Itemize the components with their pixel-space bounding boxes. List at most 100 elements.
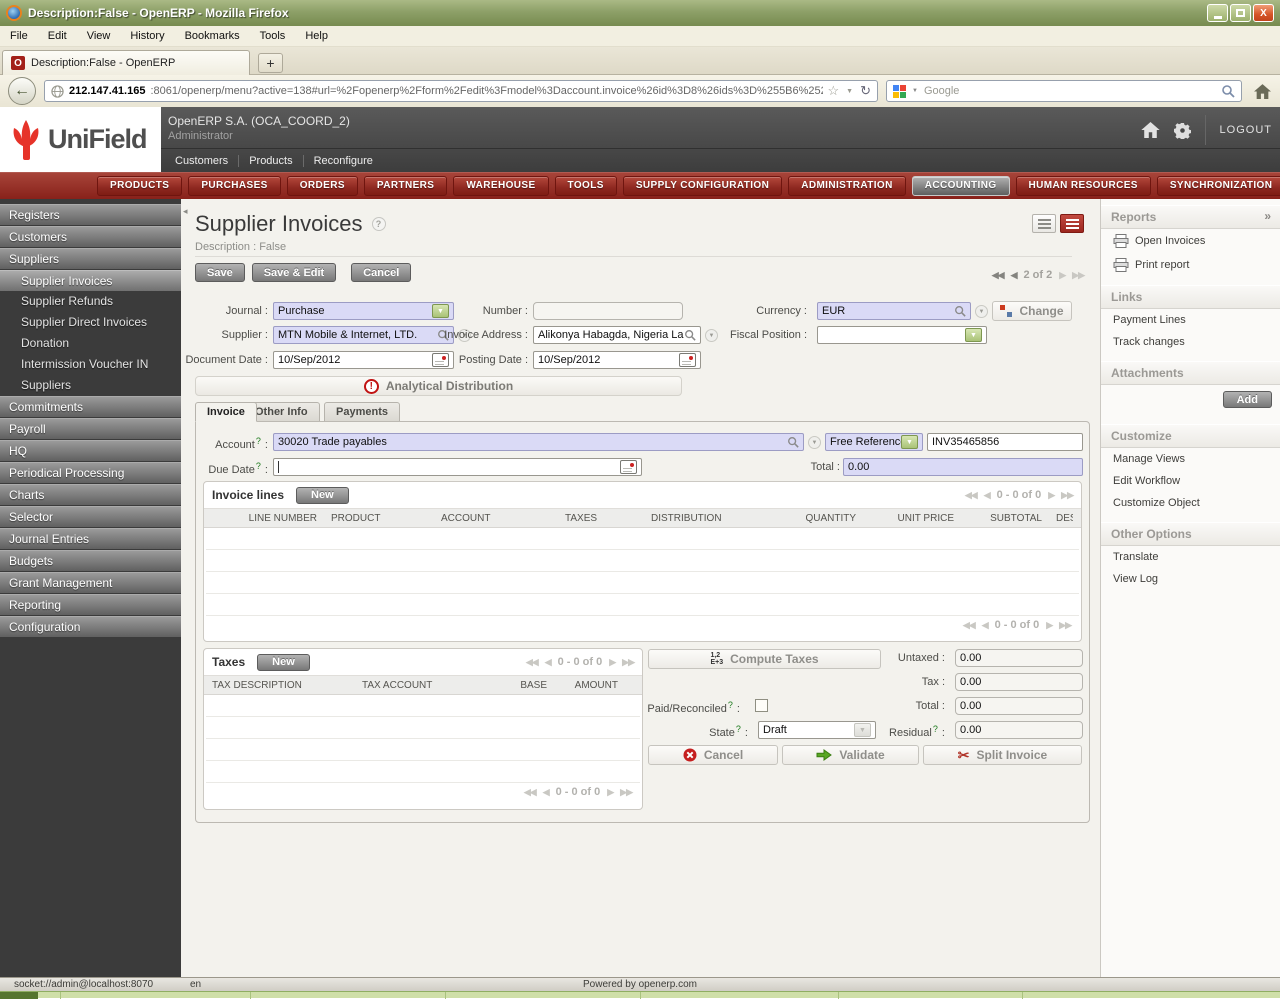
minimize-button[interactable] — [1207, 4, 1228, 22]
last-page-icon[interactable]: ▶▶ — [622, 657, 635, 668]
prev-page-icon[interactable]: ◀ — [982, 620, 989, 631]
sidebar-item-hq[interactable]: HQ — [0, 440, 181, 461]
last-page-icon[interactable]: ▶▶ — [1061, 490, 1074, 501]
table-row[interactable] — [206, 528, 1079, 550]
menu-file[interactable]: File — [10, 30, 28, 42]
sidebar-item-charts[interactable]: Charts — [0, 484, 181, 505]
menu-edit[interactable]: Edit — [48, 30, 67, 42]
next-page-icon[interactable]: ▶ — [607, 787, 614, 798]
customize-manage-views[interactable]: Manage Views — [1101, 448, 1280, 470]
paid-reconciled-checkbox[interactable] — [755, 699, 768, 712]
posting-date-field[interactable]: 10/Sep/2012 — [533, 351, 701, 369]
table-row[interactable] — [206, 594, 1079, 616]
account-open-icon[interactable]: ▼ — [808, 436, 821, 449]
cancel-button[interactable]: Cancel — [351, 263, 412, 282]
search-icon[interactable] — [1221, 84, 1235, 98]
shortcut-reconfigure[interactable]: Reconfigure — [304, 155, 383, 167]
sidebar-item-suppliers[interactable]: Suppliers — [0, 248, 181, 269]
restore-button[interactable] — [1230, 4, 1251, 22]
sidebar-item-commitments[interactable]: Commitments — [0, 396, 181, 417]
menu-tools[interactable]: Tools — [260, 30, 286, 42]
nav-warehouse[interactable]: WAREHOUSE — [453, 175, 549, 196]
fiscal-dropdown-icon[interactable]: ▼ — [965, 328, 982, 342]
list-view-button[interactable] — [1032, 214, 1056, 233]
browser-home-button[interactable] — [1249, 80, 1275, 102]
sidebar-item-supplier-refunds[interactable]: Supplier Refunds — [0, 291, 181, 312]
menu-bookmarks[interactable]: Bookmarks — [185, 30, 240, 42]
prev-page-icon[interactable]: ◀ — [984, 490, 991, 501]
last-page-icon[interactable]: ▶▶ — [620, 787, 633, 798]
next-page-icon[interactable]: ▶ — [1048, 490, 1055, 501]
sidebar-item-grant-management[interactable]: Grant Management — [0, 572, 181, 593]
bookmark-star-icon[interactable]: ☆ — [828, 83, 840, 99]
sidebar-item-supplier-direct-invoices[interactable]: Supplier Direct Invoices — [0, 312, 181, 333]
next-page-icon[interactable]: ▶ — [609, 657, 616, 668]
prev-page-icon[interactable]: ◀ — [1011, 270, 1018, 281]
reload-icon[interactable]: ↻ — [860, 83, 871, 99]
total-field[interactable]: 0.00 — [843, 458, 1083, 476]
table-row[interactable] — [206, 739, 640, 761]
search-engine-dropdown-icon[interactable]: ▼ — [912, 88, 918, 94]
first-page-icon[interactable]: ◀◀ — [965, 490, 978, 501]
table-row[interactable] — [206, 550, 1079, 572]
reference-type-field[interactable]: Free Reference ▼ — [825, 433, 923, 451]
customize-object[interactable]: Customize Object — [1101, 492, 1280, 514]
search-icon[interactable] — [684, 329, 696, 341]
collapse-panel-icon[interactable]: » — [1264, 209, 1271, 223]
first-page-icon[interactable]: ◀◀ — [524, 787, 537, 798]
menu-history[interactable]: History — [130, 30, 164, 42]
logout-button[interactable]: LOGOUT — [1220, 124, 1272, 136]
nav-administration[interactable]: ADMINISTRATION — [788, 175, 906, 196]
first-page-icon[interactable]: ◀◀ — [526, 657, 539, 668]
next-page-icon[interactable]: ▶ — [1046, 620, 1053, 631]
help-badge-icon[interactable]: ? — [371, 217, 386, 231]
nav-products[interactable]: PRODUCTS — [97, 175, 183, 196]
sidebar-item-customers[interactable]: Customers — [0, 226, 181, 247]
tab-payments[interactable]: Payments — [324, 402, 400, 422]
url-dropdown-icon[interactable]: ▼ — [846, 88, 853, 95]
cancel-invoice-button[interactable]: Cancel — [648, 745, 778, 765]
nav-purchases[interactable]: PURCHASES — [188, 175, 281, 196]
new-invoice-line-button[interactable]: New — [296, 486, 349, 504]
search-box[interactable]: ▼ Google — [886, 80, 1242, 102]
other-view-log[interactable]: View Log — [1101, 568, 1280, 590]
other-translate[interactable]: Translate — [1101, 546, 1280, 568]
nav-accounting[interactable]: ACCOUNTING — [911, 175, 1010, 196]
sidebar-item-periodical-processing[interactable]: Periodical Processing — [0, 462, 181, 483]
fiscal-position-field[interactable]: ▼ — [817, 326, 987, 344]
last-page-icon[interactable]: ▶▶ — [1059, 620, 1072, 631]
search-icon[interactable] — [787, 436, 799, 448]
table-row[interactable] — [206, 572, 1079, 594]
due-date-field[interactable] — [273, 458, 642, 476]
nav-synchronization[interactable]: SYNCHRONIZATION — [1156, 175, 1280, 196]
link-payment-lines[interactable]: Payment Lines — [1101, 309, 1280, 331]
shortcut-customers[interactable]: Customers — [165, 154, 240, 167]
first-page-icon[interactable]: ◀◀ — [992, 270, 1005, 281]
url-bar[interactable]: 212.147.41.165 :8061/openerp/menu?active… — [44, 80, 878, 102]
table-row[interactable] — [206, 695, 640, 717]
prev-page-icon[interactable]: ◀ — [545, 657, 552, 668]
customize-edit-workflow[interactable]: Edit Workflow — [1101, 470, 1280, 492]
account-field[interactable]: 30020 Trade payables — [273, 433, 804, 451]
change-currency-button[interactable]: Change — [992, 301, 1072, 321]
menu-view[interactable]: View — [87, 30, 111, 42]
sidebar-collapse-icon[interactable]: ◂ — [183, 206, 188, 217]
sidebar-item-supplier-invoices[interactable]: Supplier Invoices — [0, 270, 181, 291]
menu-help[interactable]: Help — [305, 30, 328, 42]
calendar-icon[interactable] — [679, 353, 696, 367]
table-row[interactable] — [206, 717, 640, 739]
sidebar-item-configuration[interactable]: Configuration — [0, 616, 181, 637]
calendar-icon[interactable] — [620, 460, 637, 474]
table-row[interactable] — [206, 761, 640, 783]
reference-type-dropdown-icon[interactable]: ▼ — [901, 435, 918, 449]
home-icon[interactable] — [1140, 122, 1160, 138]
sidebar-item-donation[interactable]: Donation — [0, 333, 181, 354]
form-view-button[interactable] — [1060, 214, 1084, 233]
next-page-icon[interactable]: ▶ — [1059, 270, 1066, 281]
new-tax-button[interactable]: New — [257, 653, 310, 671]
save-button[interactable]: Save — [195, 263, 245, 282]
link-track-changes[interactable]: Track changes — [1101, 331, 1280, 353]
new-tab-button[interactable]: + — [258, 53, 283, 73]
sidebar-item-budgets[interactable]: Budgets — [0, 550, 181, 571]
gear-icon[interactable] — [1173, 122, 1191, 139]
